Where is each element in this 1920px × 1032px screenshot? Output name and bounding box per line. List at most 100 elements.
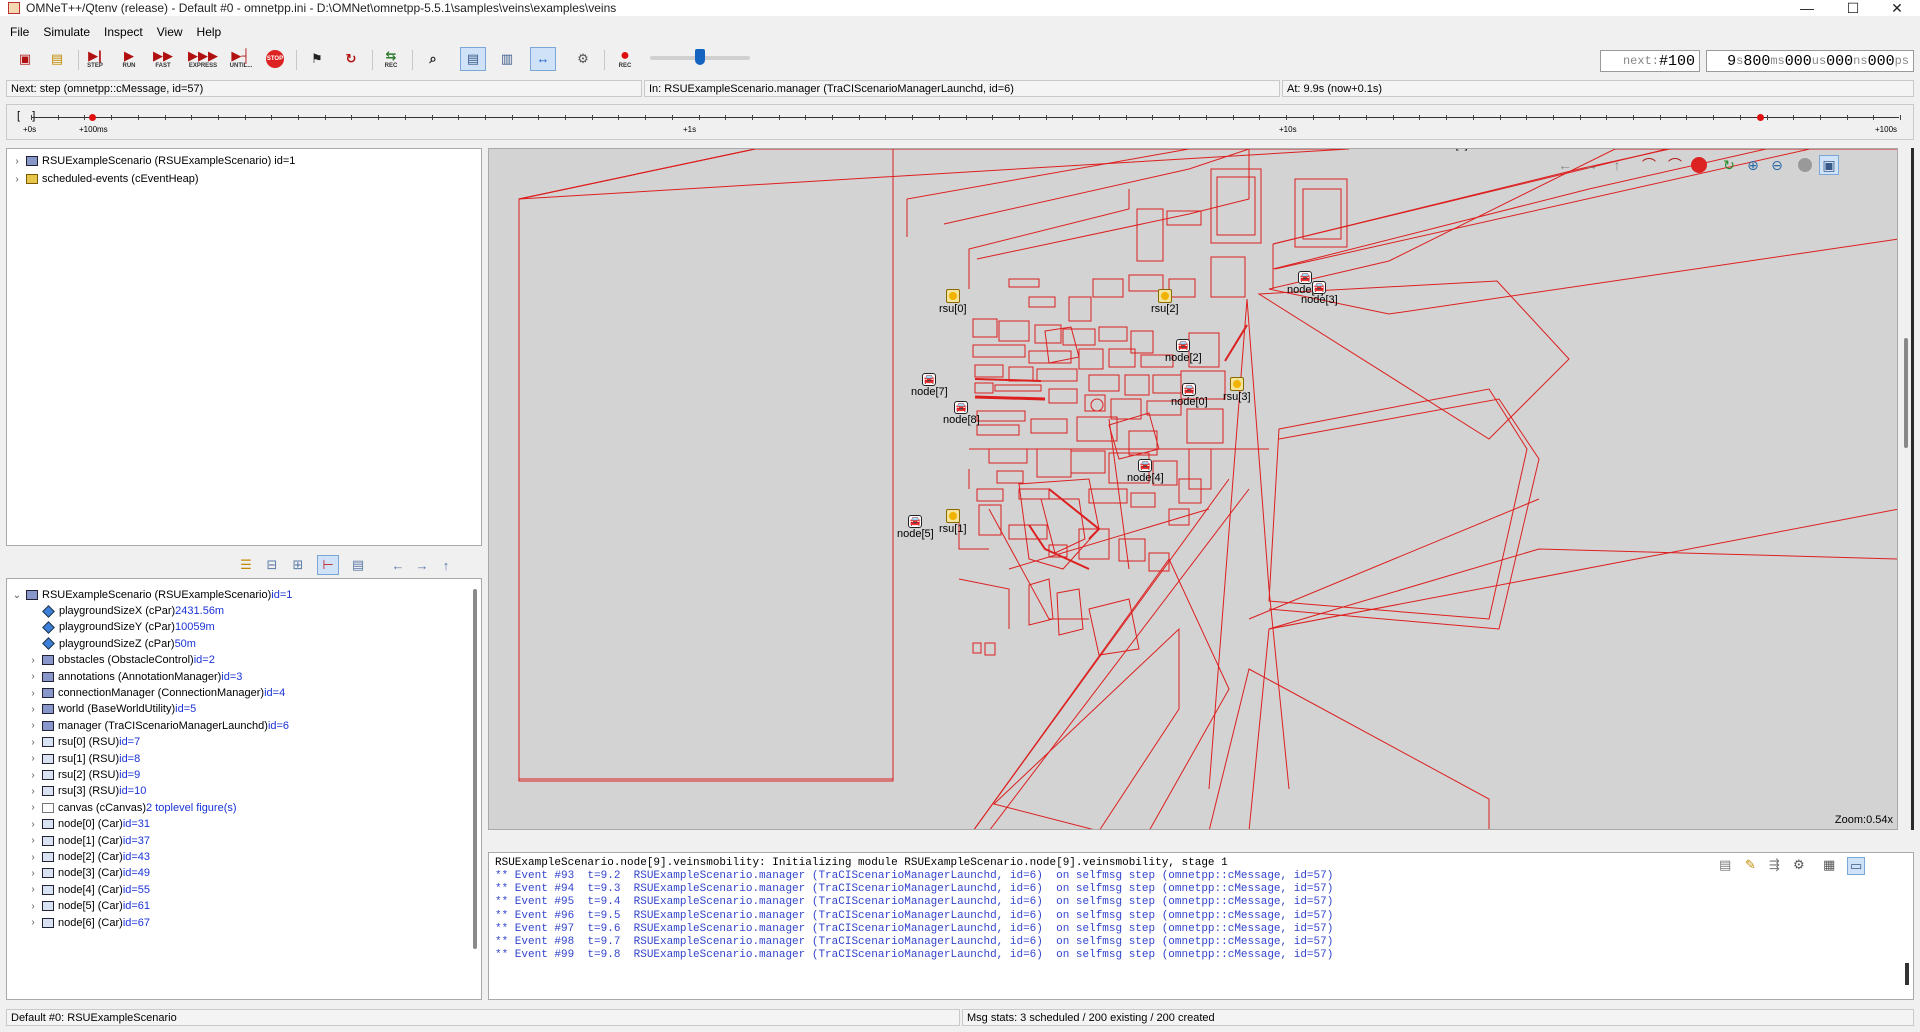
new-network-button[interactable]: ▣: [12, 47, 38, 71]
tree-item[interactable]: playgroundSizeZ (cPar) 50m: [27, 636, 196, 652]
messages-mode-icon[interactable]: ▦: [1823, 857, 1835, 873]
menu-simulate[interactable]: Simulate: [43, 25, 90, 39]
mode-inheritance-button[interactable]: ⊢: [317, 555, 339, 575]
chevron-down-icon[interactable]: ⌄: [11, 590, 23, 601]
menu-view[interactable]: View: [157, 25, 183, 39]
rsu-node[interactable]: rsu[0]: [939, 289, 967, 315]
mode-flat-button[interactable]: ⊞: [287, 555, 309, 575]
chevron-right-icon[interactable]: ›: [27, 753, 39, 764]
chevron-right-icon[interactable]: ›: [27, 802, 39, 813]
mode-grouped-button[interactable]: ⊟: [261, 555, 283, 575]
canvas-stop-button[interactable]: [1689, 155, 1709, 175]
tree-item[interactable]: playgroundSizeX (cPar) 2431.56m: [27, 603, 224, 619]
tree-item[interactable]: › canvas (cCanvas) 2 toplevel figure(s): [27, 800, 236, 816]
fast-button[interactable]: ▶▶ FAST: [150, 47, 176, 71]
tree-item[interactable]: › rsu[2] (RSU) id=9: [27, 767, 140, 783]
eventlog-rec-button[interactable]: ⇆ REC: [378, 47, 404, 71]
chevron-right-icon[interactable]: ›: [27, 671, 39, 682]
car-node[interactable]: node[1]: [1431, 149, 1468, 151]
chevron-right-icon[interactable]: ›: [11, 174, 23, 185]
log-scrollbar[interactable]: [1905, 963, 1909, 985]
tree-item[interactable]: › manager (TraCIScenarioManagerLaunchd) i…: [27, 718, 289, 734]
car-node[interactable]: 🚘 node[7]: [911, 373, 948, 398]
tree-item[interactable]: › node[5] (Car) id=61: [27, 898, 150, 914]
menu-file[interactable]: File: [10, 25, 29, 39]
car-node[interactable]: 🚘 node[3]: [1301, 281, 1338, 306]
car-node[interactable]: 🚘 node[5]: [897, 515, 934, 540]
chevron-right-icon[interactable]: ›: [27, 917, 39, 928]
tree-item[interactable]: › world (BaseWorldUtility) id=5: [27, 701, 196, 717]
maximize-button[interactable]: ☐: [1830, 0, 1876, 16]
close-button[interactable]: ✕: [1874, 0, 1920, 16]
chevron-right-icon[interactable]: ›: [27, 770, 39, 781]
zoom-out-button[interactable]: ⊖: [1767, 155, 1787, 175]
tree-item[interactable]: › obstacles (ObstacleControl) id=2: [27, 652, 215, 668]
relayout-button[interactable]: ↻: [1719, 155, 1739, 175]
chevron-right-icon[interactable]: ›: [27, 852, 39, 863]
tree-item[interactable]: playgroundSizeY (cPar) 10059m: [27, 619, 215, 635]
find-button[interactable]: ⌕: [420, 47, 446, 71]
inspector-scrollbar[interactable]: [473, 589, 477, 949]
car-node[interactable]: 🚘 node[2]: [1165, 339, 1202, 364]
tree-item[interactable]: › node[3] (Car) id=49: [27, 865, 150, 881]
chevron-right-icon[interactable]: ›: [27, 786, 39, 797]
event-timeline[interactable]: [ ] +0s +100ms +1s +10s +100s: [6, 104, 1914, 140]
tree-item[interactable]: › node[4] (Car) id=55: [27, 882, 150, 898]
menu-help[interactable]: Help: [197, 25, 222, 39]
chevron-right-icon[interactable]: ›: [27, 868, 39, 879]
zoom-in-button[interactable]: ⊕: [1743, 155, 1763, 175]
chevron-right-icon[interactable]: ›: [27, 884, 39, 895]
chevron-right-icon[interactable]: ›: [27, 688, 39, 699]
tree-item-root[interactable]: ⌄ RSUExampleScenario (RSUExampleScenario…: [11, 587, 293, 603]
canvas-forward-button[interactable]: →: [1581, 155, 1601, 175]
animation-toggle-button[interactable]: [1795, 155, 1815, 175]
forward-button[interactable]: →: [411, 555, 433, 575]
tree-item-scheduled-events[interactable]: › scheduled-events (cEventHeap): [11, 171, 198, 187]
slider-thumb[interactable]: [695, 49, 705, 65]
find-text-icon[interactable]: ⇶: [1769, 857, 1780, 873]
rsu-node[interactable]: rsu[1]: [939, 509, 967, 535]
tree-item[interactable]: › annotations (AnnotationManager) id=3: [27, 669, 242, 685]
parent-button[interactable]: ↑: [435, 555, 457, 575]
animation-speed-slider[interactable]: [650, 49, 750, 65]
run-button[interactable]: ▶ RUN: [116, 47, 142, 71]
car-node[interactable]: 🚘 node[8]: [943, 401, 980, 426]
express-button[interactable]: ▶▶▶ EXPRESS: [188, 47, 218, 71]
step-button[interactable]: ▶| STEP: [82, 47, 108, 71]
chevron-right-icon[interactable]: ›: [27, 901, 39, 912]
chevron-right-icon[interactable]: ›: [27, 835, 39, 846]
network-canvas[interactable]: node[1]🚘node[9]🚘node[3]rsu[0]rsu[2]🚘node…: [488, 148, 1898, 830]
mode-list-button[interactable]: ▤: [347, 555, 369, 575]
canvas-run-button[interactable]: ⌒: [1639, 155, 1659, 175]
tree-item-network[interactable]: › RSUExampleScenario (RSUExampleScenario…: [11, 153, 295, 169]
timeline-toggle-button[interactable]: ↔: [530, 47, 556, 71]
rsu-node[interactable]: rsu[2]: [1151, 289, 1179, 315]
tree-item[interactable]: › node[6] (Car) id=67: [27, 915, 150, 931]
canvas-back-button[interactable]: ←: [1555, 155, 1575, 175]
preferences-button[interactable]: ⚙: [570, 47, 596, 71]
rsu-node[interactable]: rsu[3]: [1223, 377, 1251, 403]
copy-icon[interactable]: ▤: [1719, 857, 1731, 873]
canvas-scrollbar[interactable]: [1900, 148, 1914, 830]
layout-vertical-button[interactable]: ▥: [494, 47, 520, 71]
car-node[interactable]: 🚘 node[0]: [1171, 383, 1208, 408]
rebuild-button[interactable]: ↻: [338, 47, 364, 71]
chevron-right-icon[interactable]: ›: [27, 655, 39, 666]
timeline-event-marker[interactable]: [1757, 114, 1764, 121]
until-button[interactable]: ▶┤ UNTIL...: [228, 47, 254, 71]
tree-item[interactable]: › rsu[1] (RSU) id=8: [27, 751, 140, 767]
timeline-event-marker[interactable]: [89, 114, 96, 121]
tree-item[interactable]: › connectionManager (ConnectionManager) i…: [27, 685, 285, 701]
log-mode-icon[interactable]: ▭: [1847, 857, 1866, 875]
open-config-button[interactable]: ▤: [44, 47, 70, 71]
scroll-thumb[interactable]: [1904, 338, 1908, 448]
gear-icon[interactable]: ⚙: [1793, 857, 1805, 873]
menu-inspect[interactable]: Inspect: [104, 25, 143, 39]
stop-button[interactable]: STOP: [262, 47, 288, 71]
tree-item[interactable]: › rsu[0] (RSU) id=7: [27, 734, 140, 750]
filter-icon[interactable]: ✎: [1745, 857, 1756, 873]
tree-item[interactable]: › node[0] (Car) id=31: [27, 816, 150, 832]
tree-item[interactable]: › rsu[3] (RSU) id=10: [27, 783, 146, 799]
chevron-right-icon[interactable]: ›: [11, 156, 23, 167]
car-node[interactable]: 🚘 node[4]: [1127, 459, 1164, 484]
